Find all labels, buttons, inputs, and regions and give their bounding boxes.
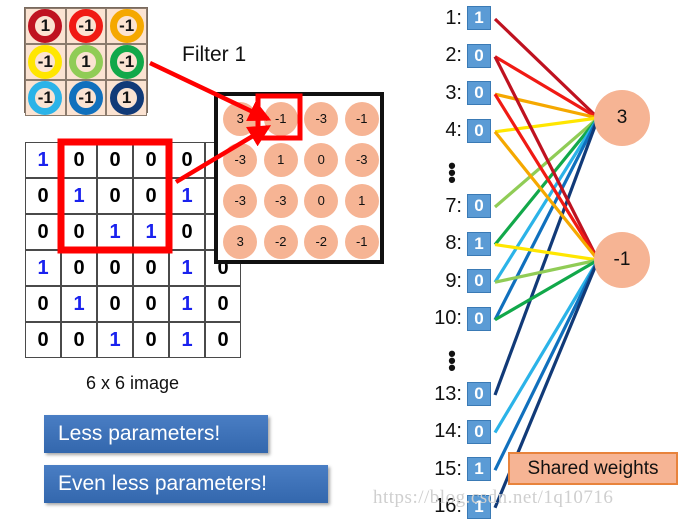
- image-caption: 6 x 6 image: [86, 373, 180, 393]
- input-neuron-value[interactable]: 1: [467, 6, 491, 30]
- input-neuron-value[interactable]: 0: [467, 118, 491, 143]
- input-neuron-index: 15:: [434, 457, 462, 480]
- input-neuron-value[interactable]: 0: [467, 382, 491, 406]
- input-neuron-value[interactable]: 0: [467, 269, 491, 294]
- input-neuron-index: 7:: [445, 194, 462, 217]
- even-less-parameters-callout: Even less parameters!: [44, 465, 328, 503]
- input-neuron-value[interactable]: 1: [467, 457, 491, 482]
- input-neuron-row[interactable]: 14: 0: [424, 419, 491, 444]
- input-neuron-value[interactable]: 0: [467, 194, 491, 218]
- network-edge: [494, 92, 599, 120]
- input-neuron-row[interactable]: 2: 0: [424, 43, 491, 68]
- input-neuron-index: 13:: [434, 382, 462, 405]
- shared-weights-callout: Shared weights: [508, 452, 678, 485]
- ellipsis-marker: • • •: [448, 153, 456, 193]
- network-edge: [494, 258, 599, 284]
- input-neuron-index: 2:: [445, 44, 462, 67]
- input-neuron-row[interactable]: 10: 0: [424, 306, 491, 331]
- input-neuron-value[interactable]: 0: [467, 419, 491, 444]
- watermark-text: https://blog.csdn.net/1q10716: [373, 487, 614, 508]
- network-edge: [493, 116, 600, 246]
- slide-canvas: 1-1-1-11-1-1-11 Filter 1 100001010010001…: [0, 0, 694, 519]
- input-neuron-index: 4:: [445, 119, 462, 142]
- input-neuron-row[interactable]: 15: 1: [424, 457, 491, 482]
- input-neuron-value[interactable]: 1: [467, 231, 491, 256]
- input-neuron-row[interactable]: 8: 1: [424, 231, 491, 256]
- input-neuron-row[interactable]: 13: 0: [424, 382, 491, 406]
- network-edge: [493, 259, 600, 434]
- input-neuron-row[interactable]: 7: 0: [424, 194, 491, 218]
- input-neuron-index: 14:: [434, 420, 462, 443]
- output-neuron-top[interactable]: 3: [594, 90, 650, 146]
- network-edges: [493, 17, 600, 509]
- input-neuron-index: 3:: [445, 81, 462, 104]
- matrix-selection-box: [57, 138, 173, 254]
- input-neuron-row[interactable]: 4: 0: [424, 118, 491, 143]
- network-edge: [493, 17, 600, 120]
- output-neuron-bottom[interactable]: -1: [594, 232, 650, 288]
- input-neuron-value[interactable]: 0: [467, 43, 491, 68]
- input-neuron-row[interactable]: 1: 1: [424, 6, 491, 30]
- input-neuron-value[interactable]: 0: [467, 81, 491, 106]
- filter-to-featuremap-arrow: [149, 60, 272, 122]
- input-neuron-row[interactable]: 3: 0: [424, 81, 491, 106]
- input-neuron-value[interactable]: 0: [467, 306, 491, 331]
- input-neuron-row[interactable]: 9: 0: [424, 269, 491, 294]
- ellipsis-marker: • • •: [448, 341, 456, 381]
- input-neuron-index: 9:: [445, 269, 462, 292]
- input-neuron-index: 10:: [434, 307, 462, 330]
- matrix-to-featuremap-arrow: [174, 125, 272, 184]
- less-parameters-callout: Less parameters!: [44, 415, 268, 453]
- input-neuron-index: 1:: [445, 6, 462, 29]
- input-neuron-index: 8:: [445, 232, 462, 255]
